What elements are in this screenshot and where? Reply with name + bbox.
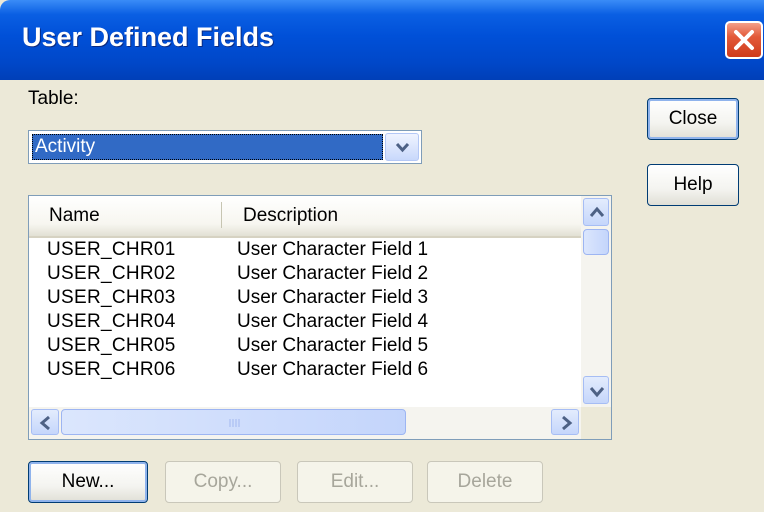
cell-name: USER_CHR05 (47, 335, 176, 356)
table-row[interactable]: USER_CHR03 User Character Field 3 (29, 286, 581, 310)
dropdown-arrow-button[interactable] (385, 133, 419, 161)
cell-name: USER_CHR03 (47, 287, 176, 308)
column-header-description[interactable]: Description (243, 205, 338, 227)
cell-name: USER_CHR06 (47, 359, 176, 380)
scroll-left-button[interactable] (31, 409, 59, 435)
scroll-down-button[interactable] (583, 376, 609, 404)
copy-button-label: Copy... (193, 471, 253, 492)
cell-description: User Character Field 1 (237, 239, 429, 260)
copy-button[interactable]: Copy... (165, 461, 281, 503)
table-row[interactable]: USER_CHR04 User Character Field 4 (29, 310, 581, 334)
column-header-name[interactable]: Name (49, 205, 100, 227)
table-row[interactable]: USER_CHR06 User Character Field 6 (29, 358, 581, 382)
delete-button-label: Delete (457, 471, 513, 492)
edit-button-label: Edit... (330, 471, 380, 492)
list-header: Name Description (29, 196, 581, 238)
column-divider[interactable] (221, 202, 222, 228)
table-row[interactable]: USER_CHR01 User Character Field 1 (29, 238, 581, 262)
chevron-left-icon (39, 415, 50, 431)
grip-icon (229, 419, 240, 427)
chevron-down-icon (395, 142, 410, 153)
close-button[interactable]: Close (647, 98, 739, 140)
cell-description: User Character Field 4 (237, 311, 429, 332)
vertical-scroll-thumb[interactable] (583, 229, 609, 255)
table-label: Table: (28, 88, 79, 109)
horizontal-scrollbar[interactable] (29, 407, 581, 439)
fields-list[interactable]: Name Description USER_CHR01 User Charact… (28, 195, 612, 440)
cell-name: USER_CHR01 (47, 239, 176, 260)
horizontal-scroll-thumb[interactable] (61, 409, 406, 435)
scroll-right-button[interactable] (551, 409, 579, 435)
table-row[interactable]: USER_CHR05 User Character Field 5 (29, 334, 581, 358)
cell-description: User Character Field 2 (237, 263, 429, 284)
edit-button[interactable]: Edit... (297, 461, 413, 503)
table-dropdown[interactable]: Activity (28, 130, 422, 164)
chevron-down-icon (589, 387, 605, 398)
cell-description: User Character Field 3 (237, 287, 429, 308)
table-dropdown-value[interactable]: Activity (32, 134, 383, 160)
scrollbar-corner (581, 407, 611, 439)
cell-description: User Character Field 6 (237, 359, 429, 380)
window-title: User Defined Fields (22, 22, 275, 52)
chevron-right-icon (562, 415, 573, 431)
chevron-up-icon (589, 206, 605, 217)
cell-description: User Character Field 5 (237, 335, 429, 356)
cell-name: USER_CHR04 (47, 311, 176, 332)
window-close-button[interactable] (725, 21, 763, 59)
help-button[interactable]: Help (647, 164, 739, 206)
close-icon (734, 30, 754, 50)
cell-name: USER_CHR02 (47, 263, 176, 284)
list-rows: USER_CHR01 User Character Field 1 USER_C… (29, 238, 581, 382)
table-row[interactable]: USER_CHR02 User Character Field 2 (29, 262, 581, 286)
delete-button[interactable]: Delete (427, 461, 543, 503)
new-button-label: New... (61, 471, 115, 492)
title-bar[interactable]: User Defined Fields (0, 0, 764, 80)
vertical-scrollbar[interactable] (581, 196, 611, 407)
scroll-up-button[interactable] (583, 198, 609, 226)
new-button[interactable]: New... (28, 461, 148, 503)
close-button-label: Close (668, 108, 718, 129)
help-button-label: Help (673, 174, 713, 195)
dialog-window: User Defined Fields Table: Activity Clos… (0, 0, 764, 512)
